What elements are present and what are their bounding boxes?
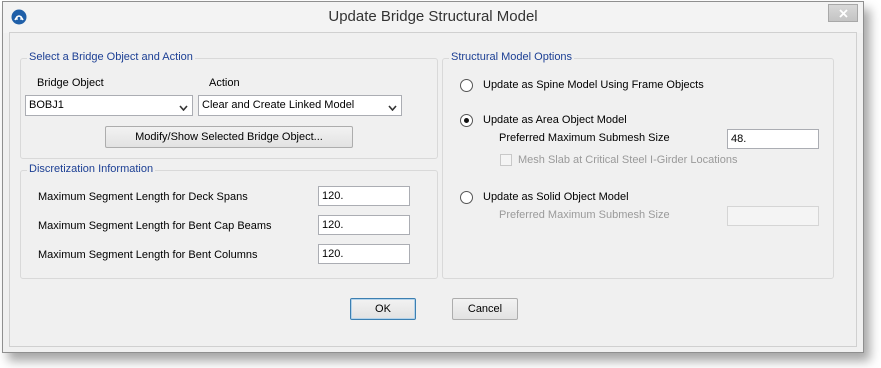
area-model-label[interactable]: Update as Area Object Model: [483, 114, 627, 126]
bridge-object-label: Bridge Object: [37, 77, 104, 89]
discretization-legend: Discretization Information: [27, 163, 156, 175]
bent-column-length-label: Maximum Segment Length for Bent Columns: [38, 249, 258, 261]
mesh-slab-checkbox[interactable]: [500, 154, 512, 166]
solid-model-radio[interactable]: [460, 191, 473, 204]
bridge-object-value: BOBJ1: [29, 99, 64, 111]
area-submesh-label: Preferred Maximum Submesh Size: [499, 132, 670, 144]
solid-submesh-input: [727, 206, 819, 226]
ok-button[interactable]: OK: [350, 298, 416, 320]
deck-span-length-input[interactable]: 120.: [318, 186, 410, 206]
dialog-window: Update Bridge Structural Model Select a …: [2, 1, 864, 353]
bent-column-length-input[interactable]: 120.: [318, 244, 410, 264]
solid-model-label[interactable]: Update as Solid Object Model: [483, 191, 629, 203]
structural-options-group: Structural Model Options Update as Spine…: [442, 51, 834, 279]
action-value: Clear and Create Linked Model: [202, 99, 355, 111]
window-title: Update Bridge Structural Model: [328, 8, 538, 25]
chevron-down-icon: [179, 102, 188, 114]
structural-options-legend: Structural Model Options: [449, 51, 575, 63]
solid-submesh-label: Preferred Maximum Submesh Size: [499, 209, 670, 221]
bent-cap-length-label: Maximum Segment Length for Bent Cap Beam…: [38, 220, 272, 232]
select-bridge-group: Select a Bridge Object and Action Bridge…: [20, 51, 438, 159]
spine-model-label[interactable]: Update as Spine Model Using Frame Object…: [483, 79, 704, 91]
cancel-button[interactable]: Cancel: [452, 298, 518, 320]
dialog-client-area: Select a Bridge Object and Action Bridge…: [9, 32, 857, 347]
action-label: Action: [209, 77, 240, 89]
bent-cap-length-input[interactable]: 120.: [318, 215, 410, 235]
title-bar: Update Bridge Structural Model: [3, 2, 863, 33]
area-submesh-input[interactable]: 48.: [727, 129, 819, 149]
chevron-down-icon: [388, 102, 397, 114]
modify-bridge-object-button[interactable]: Modify/Show Selected Bridge Object...: [105, 126, 353, 148]
deck-span-length-label: Maximum Segment Length for Deck Spans: [38, 191, 248, 203]
area-model-radio[interactable]: [460, 114, 473, 127]
spine-model-radio[interactable]: [460, 79, 473, 92]
action-select[interactable]: Clear and Create Linked Model: [198, 95, 402, 116]
bridge-object-select[interactable]: BOBJ1: [25, 95, 193, 116]
mesh-slab-label: Mesh Slab at Critical Steel I-Girder Loc…: [518, 154, 738, 166]
select-bridge-legend: Select a Bridge Object and Action: [27, 51, 195, 63]
discretization-group: Discretization Information Maximum Segme…: [20, 163, 438, 279]
close-button[interactable]: [828, 4, 858, 22]
